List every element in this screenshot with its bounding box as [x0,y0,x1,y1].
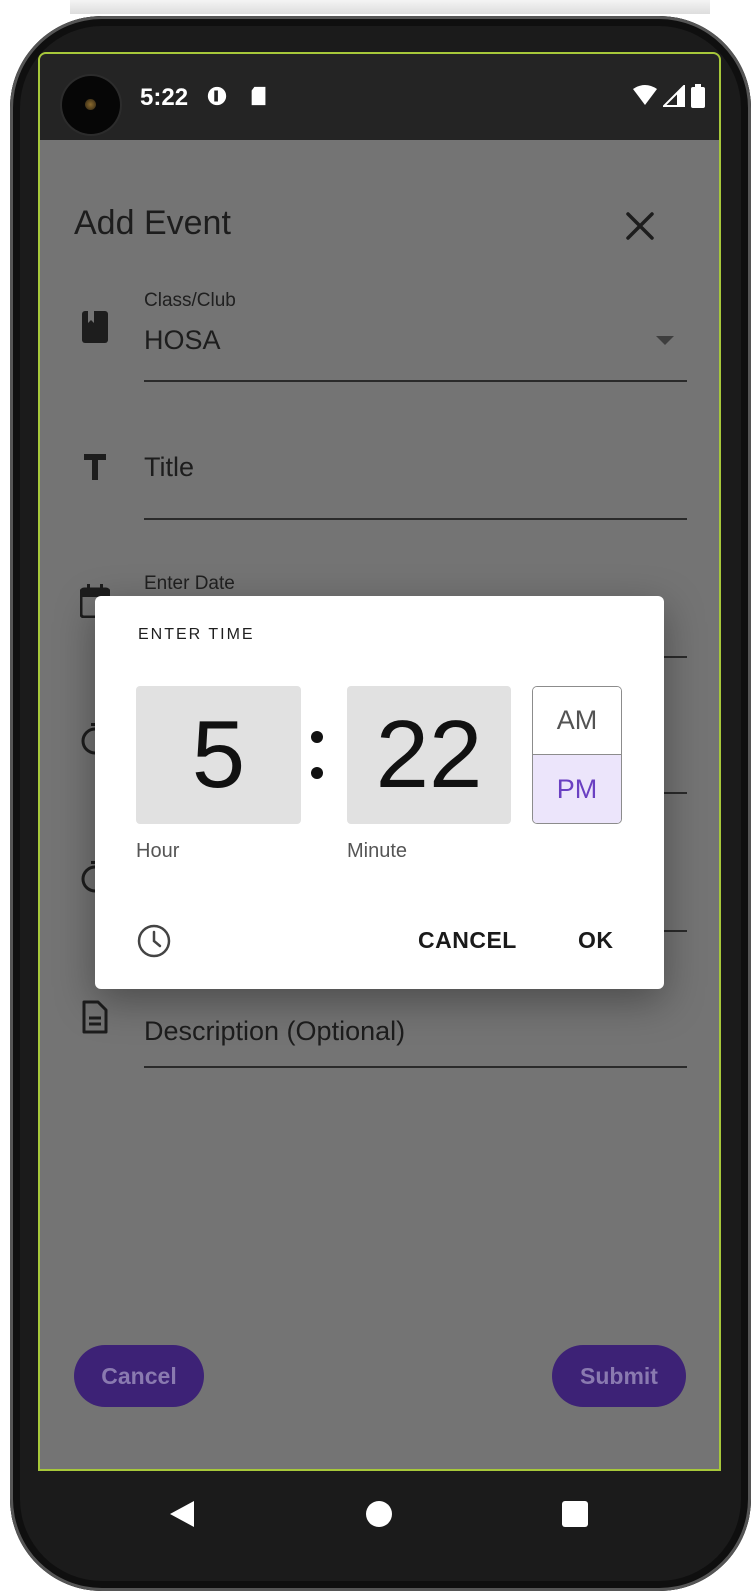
form-submit-button[interactable]: Submit [552,1345,686,1407]
document-icon [82,1000,108,1034]
page-title: Add Event [74,204,231,242]
description-underline [144,1066,687,1068]
status-time: 5:22 [140,84,189,111]
title-input: Title [144,452,195,482]
text-icon [84,454,106,480]
pm-option[interactable]: PM [533,755,621,823]
back-icon[interactable] [170,1501,194,1527]
minute-caption: Minute [347,840,408,862]
dropdown-arrow-icon[interactable] [656,336,674,345]
hour-caption: Hour [136,840,180,862]
recents-icon[interactable] [562,1501,588,1527]
dialog-title: ENTER TIME [138,626,255,643]
description-input: Description (Optional) [144,1016,406,1046]
front-camera [62,76,120,134]
class-club-underline [144,380,687,382]
home-icon[interactable] [366,1501,392,1527]
am-option[interactable]: AM [533,687,621,755]
dialog-ok-button[interactable]: OK [578,927,614,954]
device-top-strip [70,0,710,14]
system-nav-bar [38,1471,721,1566]
class-club-label: Class/Club [144,290,236,311]
status-bar: 5:22 [40,54,719,140]
time-picker-dialog: ENTER TIME 5 22 AM PM Hour Minute CANCEL… [95,596,664,989]
hour-input[interactable]: 5 [136,686,301,824]
wifi-icon [633,85,657,105]
book-icon [82,311,108,343]
time-separator [310,711,324,791]
cell-signal-icon [663,85,685,107]
data-saver-icon [207,86,227,106]
title-underline [144,518,687,520]
battery-icon [691,84,705,108]
class-club-value: HOSA [144,325,221,355]
form-cancel-button[interactable]: Cancel [74,1345,204,1407]
am-pm-toggle: AM PM [532,686,622,824]
date-label: Enter Date [144,573,235,594]
sd-card-icon [251,86,266,106]
status-right-icons [633,84,705,108]
clock-icon[interactable] [136,923,172,959]
dialog-cancel-button[interactable]: CANCEL [418,927,517,954]
close-icon[interactable] [620,206,660,246]
minute-input[interactable]: 22 [347,686,511,824]
